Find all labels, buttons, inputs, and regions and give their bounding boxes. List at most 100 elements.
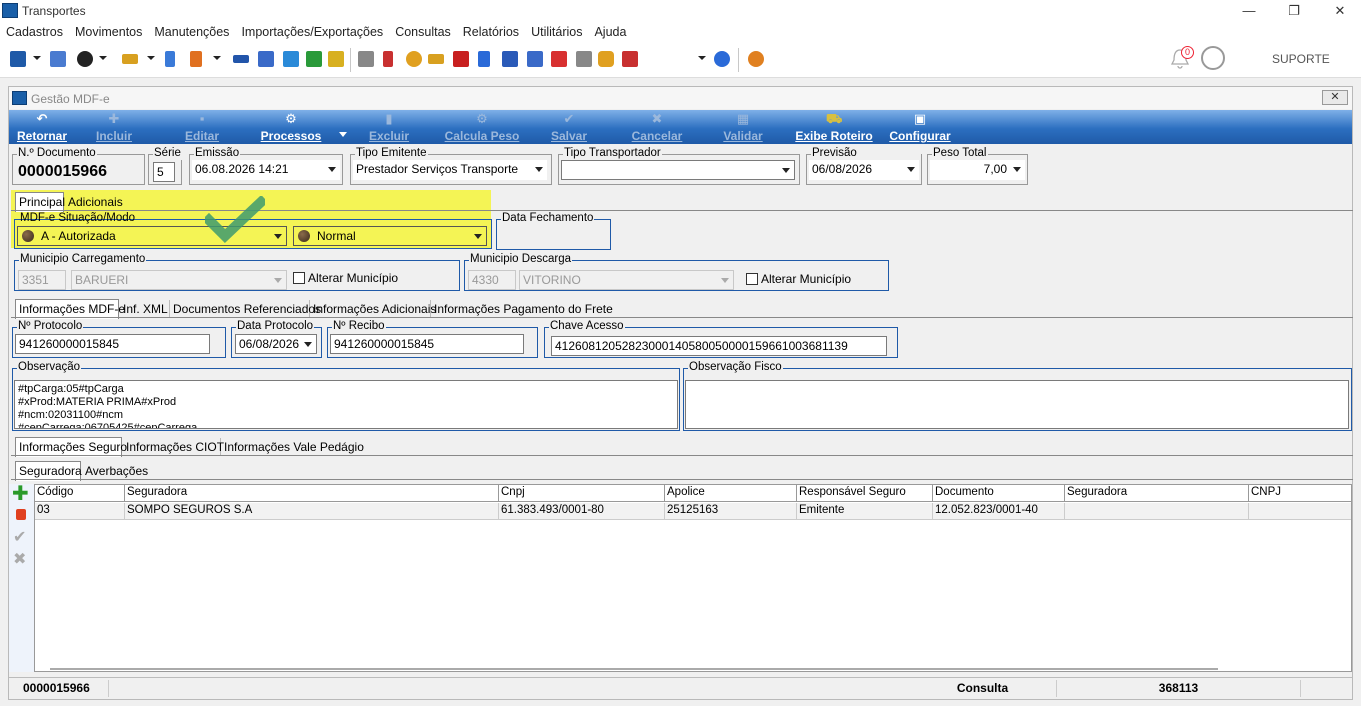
search-doc-icon[interactable] bbox=[622, 51, 638, 67]
table-cell[interactable]: 03 bbox=[35, 503, 125, 520]
chevron-down-icon[interactable] bbox=[474, 234, 482, 239]
confirm-icon[interactable]: ✔ bbox=[13, 527, 26, 547]
bus-icon[interactable] bbox=[122, 54, 138, 64]
chevron-down-icon[interactable] bbox=[147, 56, 155, 60]
close-button[interactable]: ✕ bbox=[1325, 2, 1355, 20]
window-close-button[interactable]: ✕ bbox=[1322, 90, 1348, 105]
table-cell[interactable]: SOMPO SEGUROS S.A bbox=[125, 503, 499, 520]
menu-utilitarios[interactable]: Utilitários bbox=[525, 22, 588, 42]
excluir-button[interactable]: ▮ Excluir bbox=[369, 112, 409, 144]
chevron-down-icon[interactable] bbox=[274, 234, 282, 239]
tab-adicionais[interactable]: Adicionais bbox=[65, 193, 125, 211]
calcula-peso-button[interactable]: ⚙ Calcula Peso bbox=[443, 112, 521, 144]
cancelar-button[interactable]: ✖ Cancelar bbox=[629, 112, 685, 144]
avatar[interactable] bbox=[1201, 46, 1225, 70]
horizontal-scrollbar[interactable] bbox=[50, 668, 1218, 670]
validar-button[interactable]: ▦ Validar bbox=[721, 112, 765, 144]
chevron-down-icon[interactable] bbox=[99, 56, 107, 60]
processos-dropdown-icon[interactable] bbox=[339, 132, 347, 137]
column-header-seguradora[interactable]: Seguradora bbox=[125, 485, 499, 502]
globe-icon[interactable] bbox=[77, 51, 93, 67]
handshake-icon[interactable] bbox=[283, 51, 299, 67]
modo-select[interactable]: Normal bbox=[293, 226, 487, 246]
configurar-button[interactable]: ▣ Configurar bbox=[889, 112, 951, 144]
data-protocolo-field[interactable]: 06/08/2026 bbox=[235, 334, 317, 354]
table-cell[interactable] bbox=[1065, 503, 1249, 520]
recibo-field[interactable]: 941260000015845 bbox=[330, 334, 524, 354]
column-header-codigo[interactable]: Código bbox=[35, 485, 125, 502]
tab-informacoes-mdfe[interactable]: Informações MDF-e bbox=[15, 299, 125, 319]
maximize-button[interactable]: ❐ bbox=[1279, 2, 1309, 20]
tab-informacoes-seguro[interactable]: Informações Seguro bbox=[15, 437, 127, 457]
retornar-button[interactable]: ↶ Retornar bbox=[13, 112, 71, 144]
chave-field[interactable]: 4126081205282300014058005000015966100368… bbox=[551, 336, 887, 356]
tab-seguradora[interactable]: Seguradora bbox=[15, 461, 82, 481]
table-cell[interactable] bbox=[1249, 503, 1351, 520]
menu-importacoes[interactable]: Importações/Exportações bbox=[235, 22, 389, 42]
bus-icon[interactable] bbox=[428, 54, 444, 64]
tab-averbacoes[interactable]: Averbações bbox=[82, 462, 152, 480]
processos-button[interactable]: ⚙ Processos bbox=[259, 112, 323, 144]
protocolo-field[interactable]: 941260000015845 bbox=[15, 334, 210, 354]
tab-informacoes-ciot[interactable]: Informações CIOT bbox=[123, 438, 224, 456]
menu-icon[interactable] bbox=[233, 55, 249, 63]
column-header-apolice[interactable]: Apolice bbox=[665, 485, 797, 502]
column-header-cnpj-2[interactable]: CNPJ bbox=[1249, 485, 1351, 502]
cancel-icon[interactable]: ✖ bbox=[13, 549, 26, 569]
users-icon[interactable] bbox=[50, 51, 66, 67]
list-icon[interactable] bbox=[190, 51, 202, 67]
editar-button[interactable]: ▪ Editar bbox=[183, 112, 221, 144]
power-icon[interactable] bbox=[748, 51, 764, 67]
tab-informacoes-adicionais[interactable]: Informações Adicionais bbox=[310, 300, 436, 318]
chevron-down-icon[interactable] bbox=[328, 167, 336, 172]
alterar-municipio-descarga-checkbox[interactable] bbox=[746, 273, 758, 285]
incluir-button[interactable]: ✚ Incluir bbox=[93, 112, 135, 144]
tab-principal[interactable]: Principal bbox=[15, 192, 65, 212]
chevron-down-icon[interactable] bbox=[213, 56, 221, 60]
peso-field[interactable]: 7,00 bbox=[930, 160, 1025, 180]
menu-manutencoes[interactable]: Manutenções bbox=[148, 22, 235, 42]
menu-consultas[interactable]: Consultas bbox=[389, 22, 457, 42]
column-header-responsavel[interactable]: Responsável Seguro bbox=[797, 485, 933, 502]
menu-movimentos[interactable]: Movimentos bbox=[69, 22, 148, 42]
import-icon[interactable] bbox=[478, 51, 490, 67]
table-cell[interactable]: 61.383.493/0001-80 bbox=[499, 503, 665, 520]
column-header-cnpj[interactable]: Cnpj bbox=[499, 485, 665, 502]
menu-relatorios[interactable]: Relatórios bbox=[457, 22, 525, 42]
salvar-button[interactable]: ✔ Salvar bbox=[549, 112, 589, 144]
chevron-down-icon[interactable] bbox=[907, 167, 915, 172]
calendar-icon[interactable] bbox=[551, 51, 567, 67]
pump-icon[interactable] bbox=[453, 51, 469, 67]
chevron-down-icon[interactable] bbox=[1013, 167, 1021, 172]
chevron-down-icon[interactable] bbox=[304, 342, 312, 347]
document-icon[interactable] bbox=[165, 51, 175, 67]
print-icon[interactable] bbox=[358, 51, 374, 67]
add-icon[interactable]: ✚ bbox=[12, 484, 29, 504]
route-icon[interactable] bbox=[328, 51, 344, 67]
minimize-button[interactable]: — bbox=[1234, 2, 1264, 20]
truck-icon[interactable] bbox=[306, 51, 322, 67]
table-icon[interactable] bbox=[502, 51, 518, 67]
tools-icon[interactable] bbox=[576, 51, 592, 67]
calculator-icon[interactable] bbox=[527, 51, 543, 67]
column-header-seguradora-2[interactable]: Seguradora bbox=[1065, 485, 1249, 502]
column-header-documento[interactable]: Documento bbox=[933, 485, 1065, 502]
observacao-fisco-textarea[interactable] bbox=[685, 380, 1349, 429]
menu-ajuda[interactable]: Ajuda bbox=[588, 22, 632, 42]
menu-cadastros[interactable]: Cadastros bbox=[0, 22, 69, 42]
tab-vale-pedagio[interactable]: Informações Vale Pedágio bbox=[221, 438, 364, 456]
save-icon[interactable] bbox=[10, 51, 26, 67]
tab-documentos-referenciados[interactable]: Documentos Referenciados bbox=[170, 300, 321, 318]
report-icon[interactable] bbox=[258, 51, 274, 67]
tab-pagamento-frete[interactable]: Informações Pagamento do Frete bbox=[431, 300, 613, 318]
table-cell[interactable]: Emitente bbox=[797, 503, 933, 520]
alterar-municipio-carregamento-checkbox[interactable] bbox=[293, 272, 305, 284]
emissao-field[interactable]: 06.08.2026 14:21 bbox=[192, 160, 340, 180]
previsao-field[interactable]: 06/08/2026 bbox=[809, 160, 919, 180]
chevron-down-icon[interactable] bbox=[782, 168, 790, 173]
lock-icon[interactable] bbox=[598, 51, 614, 67]
tab-inf-xml[interactable]: Inf. XML bbox=[120, 300, 170, 318]
chevron-down-icon[interactable] bbox=[698, 56, 706, 60]
clock-icon[interactable] bbox=[406, 51, 422, 67]
info-icon[interactable] bbox=[714, 51, 730, 67]
